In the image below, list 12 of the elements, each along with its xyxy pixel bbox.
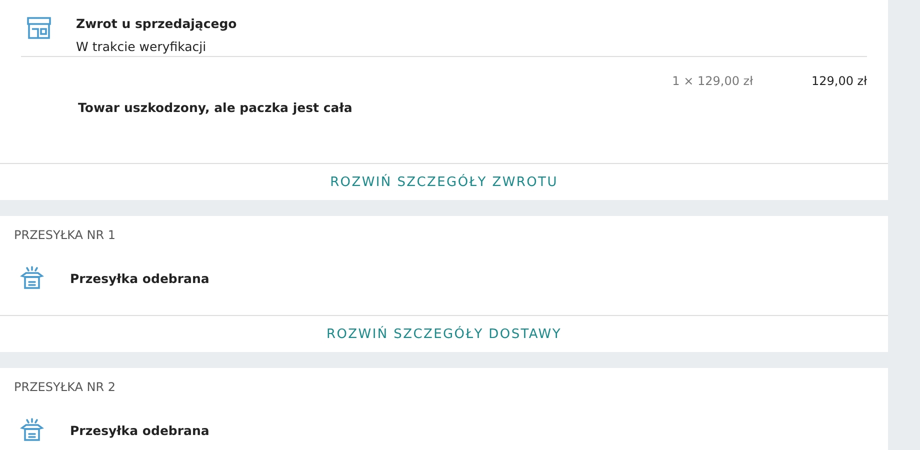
item-name: Towar uszkodzony, ale paczka jest cała	[78, 100, 352, 115]
return-status: W trakcie weryfikacji	[76, 39, 208, 54]
unit-price: 1 × 129,00 zł	[672, 74, 753, 88]
shipment-label: PRZESYŁKA NR 1	[13, 227, 117, 242]
open-box-icon	[20, 418, 44, 442]
open-box-icon	[20, 266, 44, 290]
shipment-status: Przesyłka odebrana	[70, 422, 210, 438]
shipment-label: PRZESYŁKA NR 2	[13, 379, 117, 394]
shipment-status: Przesyłka odebrana	[70, 270, 210, 286]
return-title: Zwrot u sprzedającego	[76, 16, 237, 31]
store-icon	[26, 16, 52, 40]
total-price: 129,00 zł	[811, 74, 867, 88]
